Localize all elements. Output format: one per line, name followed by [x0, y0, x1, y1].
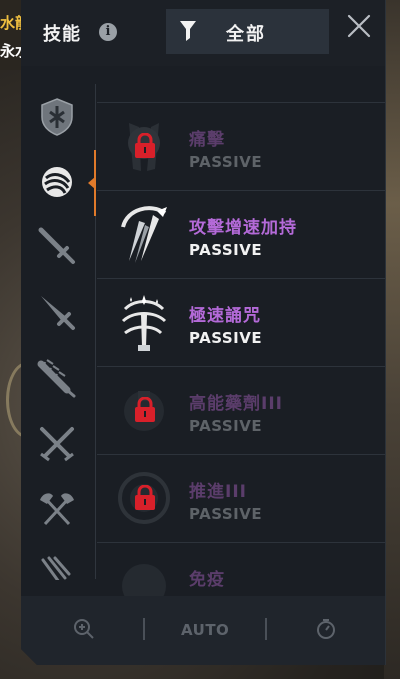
timer-button[interactable] — [315, 618, 337, 644]
skill-icon — [111, 377, 177, 443]
dagger-icon — [37, 292, 77, 332]
skill-row[interactable]: 高能藥劑III PASSIVE — [97, 366, 385, 455]
skill-name: 推進III — [189, 482, 247, 502]
skill-type: PASSIVE — [189, 153, 263, 171]
category-orb[interactable] — [37, 162, 77, 202]
category-spiked-club[interactable] — [37, 358, 77, 398]
swift-chant-icon — [111, 289, 177, 355]
category-selected-arrow — [88, 177, 95, 189]
crossed-swords-icon — [37, 424, 77, 464]
category-dagger[interactable] — [37, 292, 77, 332]
lock-icon — [133, 485, 157, 511]
panel-footer: AUTO — [21, 596, 385, 665]
auto-button[interactable]: AUTO — [181, 621, 229, 639]
skill-name: 免疫 — [189, 570, 225, 590]
skill-name: 攻擊增速加持 — [189, 218, 297, 238]
skill-name: 高能藥劑III — [189, 394, 283, 414]
skill-row[interactable]: 推進III PASSIVE — [97, 454, 385, 543]
skill-list: 痛擊 PASSIVE 攻擊增速加持 PASSIVE 極速誦咒 PASSIVE 高… — [97, 102, 385, 596]
skill-icon — [111, 465, 177, 531]
skill-row[interactable]: 免疫 — [97, 542, 385, 596]
footer-divider — [265, 618, 267, 640]
skill-row[interactable]: 痛擊 PASSIVE — [97, 102, 385, 191]
skills-panel: 技能 i 全部 痛擊 PASSIVE 攻擊增速加持 PASSIVE 極速誦咒 P… — [21, 0, 386, 665]
category-double-axe[interactable] — [37, 490, 77, 530]
category-crossed-swords[interactable] — [37, 424, 77, 464]
zoom-button[interactable] — [73, 618, 95, 644]
orb-icon — [37, 162, 77, 202]
double-axe-icon — [37, 490, 77, 530]
filter-label: 全部 — [226, 24, 266, 45]
spiked-club-icon — [37, 358, 77, 398]
skill-row[interactable]: 攻擊增速加持 PASSIVE — [97, 190, 385, 279]
info-icon[interactable]: i — [99, 23, 117, 41]
claw-icon — [37, 556, 77, 580]
filter-dropdown[interactable]: 全部 — [166, 9, 329, 54]
sword-icon — [37, 226, 77, 266]
close-button[interactable] — [343, 10, 375, 42]
stopwatch-icon — [315, 618, 337, 640]
category-sword[interactable] — [37, 226, 77, 266]
lock-icon — [133, 133, 157, 159]
skill-type: PASSIVE — [189, 417, 263, 435]
filter-icon — [180, 21, 196, 45]
panel-title: 技能 — [43, 24, 81, 45]
skill-icon — [111, 553, 177, 596]
skill-type: PASSIVE — [189, 329, 263, 347]
background-scene — [384, 0, 400, 679]
lock-icon — [133, 397, 157, 423]
skill-type: PASSIVE — [189, 241, 263, 259]
skill-name: 極速誦咒 — [189, 306, 261, 326]
category-claw[interactable] — [37, 556, 77, 580]
skill-name: 痛擊 — [189, 130, 225, 150]
skill-type: PASSIVE — [189, 505, 263, 523]
zoom-icon — [73, 618, 95, 640]
skill-row[interactable]: 極速誦咒 PASSIVE — [97, 278, 385, 367]
attack-speed-buff-icon — [111, 201, 177, 267]
category-shield[interactable] — [37, 96, 77, 136]
shield-icon — [37, 96, 77, 136]
footer-divider — [143, 618, 145, 640]
skill-icon — [111, 113, 177, 179]
panel-header: 技能 i 全部 — [21, 0, 385, 66]
close-icon — [343, 10, 375, 42]
